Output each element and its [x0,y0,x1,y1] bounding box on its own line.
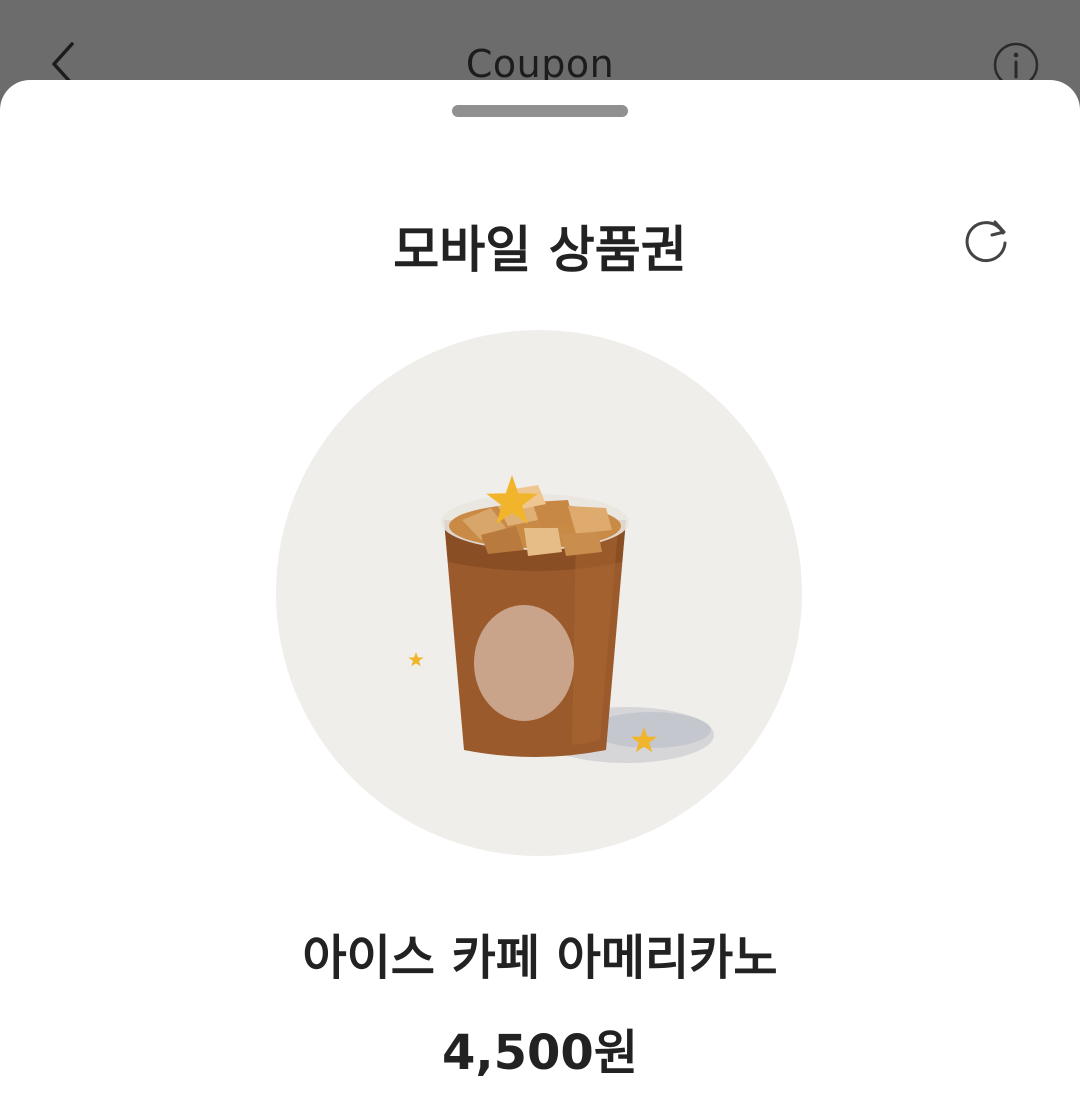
sheet-grabber-handle[interactable] [452,105,628,117]
refresh-button[interactable] [958,213,1014,269]
iced-coffee-illustration [408,475,714,763]
product-image [276,330,802,856]
coupon-sheet: 모바일 상품권 아이스 카페 아메리카노 4,500원 [0,80,1080,1101]
sheet-title: 모바일 상품권 [393,221,687,279]
refresh-icon [965,220,1007,263]
product-name: 아이스 카페 아메리카노 [302,930,778,986]
product-price: 4,500원 [442,1025,638,1081]
